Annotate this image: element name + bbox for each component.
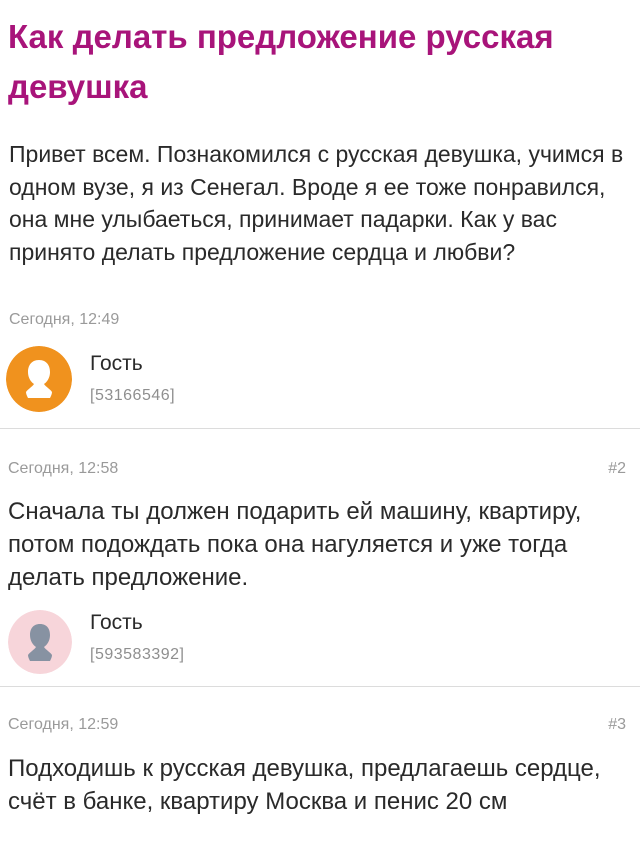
topic-text: Привет всем. Познакомился с русская деву…: [9, 141, 624, 265]
topic-author-name[interactable]: Гость: [90, 352, 143, 376]
answer-author-avatar[interactable]: [8, 610, 72, 674]
forum-thread: Как делать предложение русская девушка П…: [0, 0, 640, 862]
answer-number-link[interactable]: #2: [608, 460, 626, 478]
answer-time: Сегодня, 12:58: [8, 460, 119, 477]
answer-author-name[interactable]: Гость: [90, 611, 143, 635]
topic-author-id: [53166546]: [90, 387, 176, 404]
user-silhouette-icon: [6, 346, 72, 412]
answer-text: Сначала ты должен подарить ей машину, кв…: [8, 498, 582, 591]
answer-text: Подходишь к русская девушка, предлагаешь…: [8, 755, 601, 815]
answer-number-link[interactable]: #3: [608, 716, 626, 734]
topic-time: Сегодня, 12:49: [9, 311, 120, 328]
answer-author-id: [593583392]: [90, 646, 185, 663]
user-silhouette-icon: [8, 610, 72, 674]
divider: [0, 686, 640, 687]
answer-time: Сегодня, 12:59: [8, 716, 119, 733]
divider: [0, 428, 640, 429]
topic-title: Как делать предложение русская девушка: [8, 18, 554, 105]
topic-author-avatar[interactable]: [6, 346, 72, 412]
